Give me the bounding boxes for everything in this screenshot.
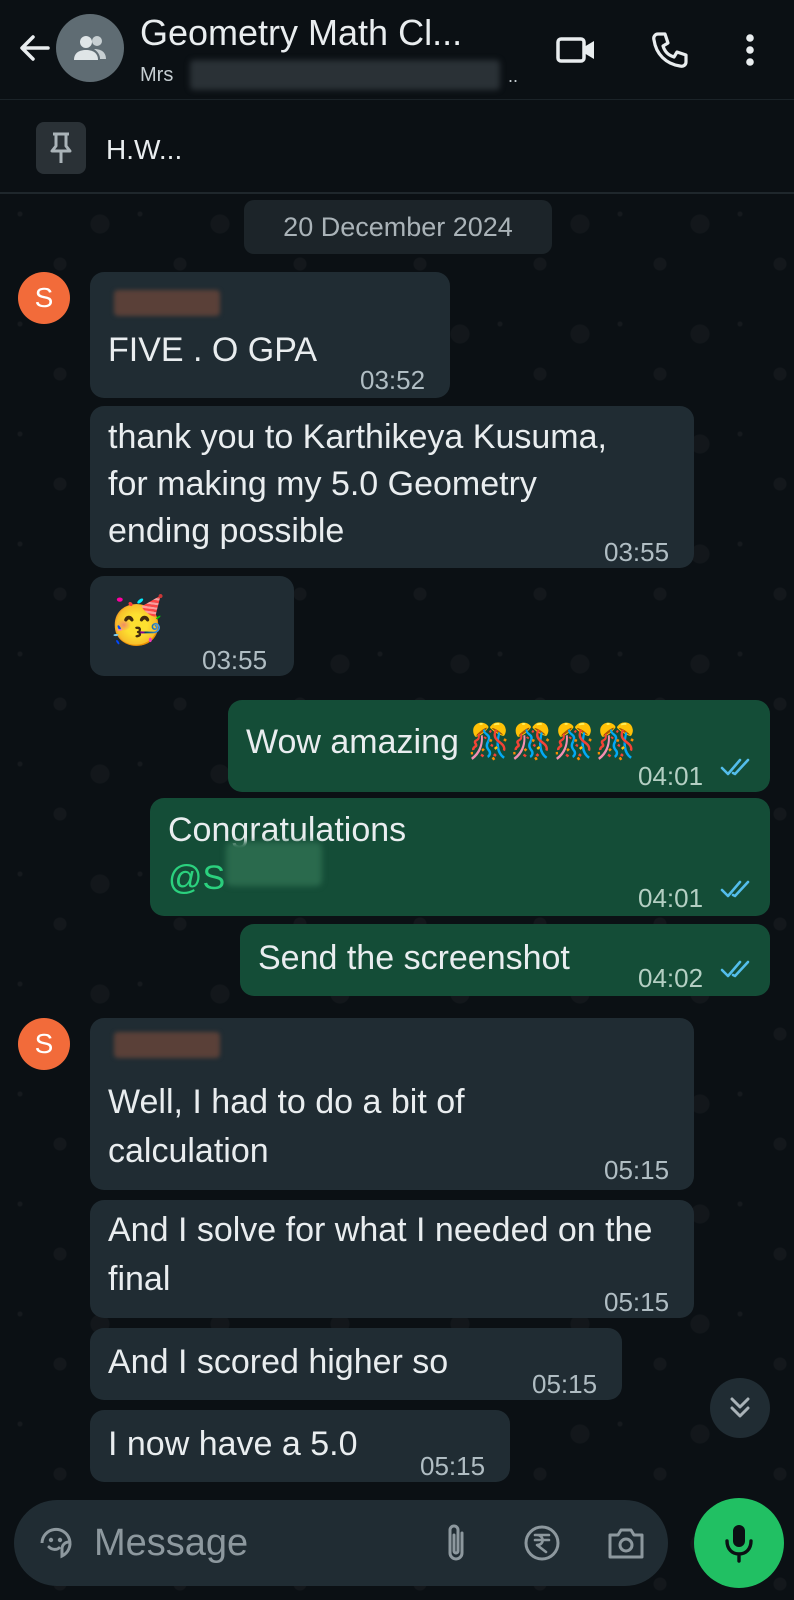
group-icon — [74, 36, 106, 60]
double-check-icon — [720, 880, 750, 898]
message-time: 03:55 — [202, 645, 268, 675]
rupee-icon[interactable] — [520, 1521, 564, 1565]
mic-button[interactable] — [694, 1498, 784, 1588]
message-time: 04:01 — [638, 883, 704, 913]
message-emoji: 🥳 — [108, 594, 166, 646]
chat-header: Geometry Math Cl... Mrs .. — [0, 0, 794, 100]
message-text: And I solve for what I needed on the fin… — [108, 1211, 653, 1298]
date-divider: 20 December 2024 — [244, 200, 552, 254]
message-text: FIVE . O GPA — [108, 331, 318, 369]
message-bubble[interactable]: Wow amazing 🎊🎊🎊🎊 04:01 — [228, 700, 770, 792]
message-text: And I scored higher so — [108, 1343, 449, 1381]
phone-icon[interactable] — [648, 28, 692, 72]
attach-icon[interactable] — [434, 1521, 478, 1565]
sender-avatar[interactable]: S — [18, 272, 70, 324]
chat-subtitle: Mrs — [140, 64, 174, 86]
back-arrow-icon[interactable] — [14, 28, 54, 68]
video-call-icon[interactable] — [554, 28, 598, 72]
redacted-mention — [226, 842, 322, 886]
pinned-message-text[interactable]: H.W... — [106, 134, 182, 166]
message-text: I now have a 5.0 — [108, 1425, 358, 1463]
message-bubble[interactable]: Well, I had to do a bit of calculation 0… — [90, 1018, 694, 1190]
message-time: 04:01 — [638, 761, 704, 791]
message-time: 04:02 — [638, 963, 704, 993]
mention-link[interactable]: @S — [168, 854, 225, 902]
message-time: 05:15 — [604, 1155, 670, 1185]
sender-avatar[interactable]: S — [18, 1018, 70, 1070]
message-text: Send the screenshot — [258, 939, 570, 977]
double-check-icon — [720, 960, 750, 978]
message-bubble[interactable]: Send the screenshot 04:02 — [240, 924, 770, 996]
avatar-initial: S — [34, 282, 54, 313]
subtitle-ellipsis: .. — [508, 66, 519, 86]
message-bubble[interactable]: 🥳 03:55 — [90, 576, 294, 676]
mic-icon — [725, 1525, 753, 1563]
avatar-initial: S — [34, 1028, 54, 1059]
message-text: thank you to Karthikeya Kusuma, for maki… — [108, 418, 607, 550]
message-text: Well, I had to do a bit of calculation — [108, 1083, 465, 1170]
message-bubble[interactable]: FIVE . O GPA 03:52 — [90, 272, 450, 398]
message-time: 03:55 — [604, 537, 670, 567]
message-input[interactable] — [94, 1516, 424, 1570]
camera-icon[interactable] — [604, 1521, 648, 1565]
scroll-down-icon[interactable] — [710, 1378, 770, 1438]
chat-title[interactable]: Geometry Math Cl... — [140, 12, 462, 54]
message-time: 05:15 — [420, 1451, 486, 1481]
redacted-sender-name — [114, 290, 220, 316]
message-time: 03:52 — [360, 365, 426, 395]
group-avatar[interactable] — [56, 14, 124, 82]
message-composer — [14, 1500, 668, 1586]
message-bubble[interactable]: And I scored higher so 05:15 — [90, 1328, 622, 1400]
double-check-icon — [720, 758, 750, 776]
more-vert-icon[interactable] — [730, 28, 770, 72]
message-bubble[interactable]: I now have a 5.0 05:15 — [90, 1410, 510, 1482]
message-time: 05:15 — [532, 1369, 598, 1399]
message-time: 05:15 — [604, 1287, 670, 1317]
message-text: Wow amazing 🎊🎊🎊🎊 — [246, 723, 638, 761]
pin-icon — [36, 122, 86, 174]
redacted-members — [190, 60, 500, 90]
sticker-icon[interactable] — [34, 1521, 78, 1565]
message-bubble[interactable]: thank you to Karthikeya Kusuma, for maki… — [90, 406, 694, 568]
message-bubble[interactable]: And I solve for what I needed on the fin… — [90, 1200, 694, 1318]
redacted-sender-name — [114, 1032, 220, 1058]
